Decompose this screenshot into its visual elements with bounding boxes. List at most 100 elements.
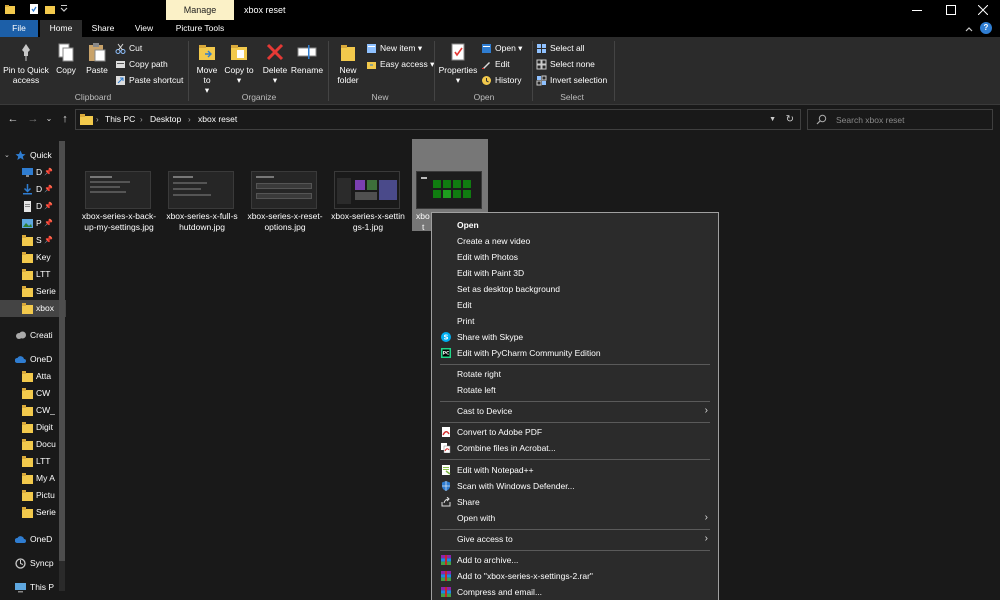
nav-item-pictures[interactable]: P 📌 (0, 215, 66, 232)
new-folder-quick-icon[interactable] (44, 3, 56, 15)
menu-item-edit-photos[interactable]: Edit with Photos (432, 249, 718, 265)
close-button[interactable] (966, 0, 1000, 20)
paste-button[interactable]: Paste (82, 41, 112, 75)
address-bar[interactable]: › This PC › Desktop › xbox reset ▼ ↻ (75, 109, 801, 130)
nav-item-od[interactable]: Digit (0, 419, 66, 436)
nav-item-od[interactable]: LTT (0, 453, 66, 470)
breadcrumb-this-pc[interactable]: This PC (105, 110, 135, 129)
nav-item-downloads[interactable]: D 📌 (0, 181, 66, 198)
breadcrumb-desktop[interactable]: Desktop (150, 110, 181, 129)
history-button[interactable]: History (481, 73, 521, 87)
menu-item-open[interactable]: Open (432, 217, 718, 233)
nav-item-desktop[interactable]: D 📌 (0, 164, 66, 181)
tab-picture-tools[interactable]: Picture Tools (166, 20, 234, 37)
nav-item-xbox[interactable]: xbox (0, 300, 66, 317)
menu-item-share-skype[interactable]: S Share with Skype (432, 329, 718, 345)
nav-item-od[interactable]: Serie (0, 504, 66, 521)
menu-item-compress-email[interactable]: Compress and email... (432, 584, 718, 600)
download-icon (23, 184, 32, 195)
copy-to-button[interactable]: Copy to ▾ (224, 41, 254, 85)
menu-item-cast-to-device[interactable]: Cast to Device › (432, 403, 718, 419)
menu-item-edit-paint-3d[interactable]: Edit with Paint 3D (432, 265, 718, 281)
recent-locations-button[interactable]: ⌄ (42, 112, 56, 126)
quick-access-dropdown-icon[interactable] (58, 3, 70, 15)
minimize-button[interactable] (900, 0, 934, 20)
menu-item-share[interactable]: Share (432, 494, 718, 510)
nav-item-od[interactable]: Atta (0, 368, 66, 385)
refresh-icon[interactable]: ↻ (786, 110, 794, 129)
menu-item-combine-acrobat[interactable]: Combine files in Acrobat... (432, 440, 718, 456)
menu-item-give-access[interactable]: Give access to › (432, 531, 718, 547)
tab-share[interactable]: Share (84, 20, 122, 37)
menu-item-edit-pycharm[interactable]: PC Edit with PyCharm Community Edition (432, 345, 718, 361)
nav-item-documents[interactable]: D 📌 (0, 198, 66, 215)
rename-button[interactable]: Rename (290, 41, 324, 75)
nav-quick-access[interactable]: ⌄ Quick (0, 147, 66, 164)
nav-item-od[interactable]: CW (0, 385, 66, 402)
menu-item-set-desktop-background[interactable]: Set as desktop background (432, 281, 718, 297)
menu-item-rotate-left[interactable]: Rotate left (432, 382, 718, 398)
open-button[interactable]: Open ▾ (481, 41, 522, 55)
new-item-button[interactable]: New item ▾ (366, 41, 422, 55)
menu-item-open-with[interactable]: Open with › (432, 510, 718, 526)
properties-quick-icon[interactable] (28, 3, 40, 15)
file-item[interactable]: xbox-series-x-full-shutdown.jpg (164, 139, 240, 232)
file-item[interactable]: xbox-series-x-back-up-my-settings.jpg (81, 139, 157, 232)
menu-item-print[interactable]: Print (432, 313, 718, 329)
breadcrumb-xbox-reset[interactable]: xbox reset (198, 110, 237, 129)
chevron-down-icon[interactable]: ▼ (769, 110, 776, 129)
copy-path-button[interactable]: Copy path (115, 57, 168, 71)
file-item[interactable]: xbox-series-x-reset-options.jpg (247, 139, 323, 232)
move-to-button[interactable]: Move to ▾ (192, 41, 222, 95)
file-item[interactable]: xbox-series-x-settings-1.jpg (330, 139, 406, 232)
forward-button[interactable]: → (26, 112, 40, 126)
menu-item-create-video[interactable]: Create a new video (432, 233, 718, 249)
edit-button[interactable]: Edit (481, 57, 510, 71)
paste-shortcut-button[interactable]: Paste shortcut (115, 73, 183, 87)
menu-item-edit[interactable]: Edit (432, 297, 718, 313)
manage-tab[interactable]: Manage (166, 0, 234, 20)
nav-item-ltt[interactable]: LTT (0, 266, 66, 283)
nav-item-od[interactable]: My A (0, 470, 66, 487)
delete-button[interactable]: Delete ▾ (260, 41, 290, 85)
computer-icon (15, 583, 26, 593)
nav-onedrive-1[interactable]: OneD (0, 351, 66, 368)
menu-item-add-to-rar[interactable]: Add to "xbox-series-x-settings-2.rar" (432, 568, 718, 584)
chevron-up-icon[interactable] (964, 24, 974, 34)
tab-file[interactable]: File (0, 20, 38, 37)
back-button[interactable]: ← (6, 112, 20, 126)
nav-sync[interactable]: Syncp (0, 555, 66, 572)
tab-view[interactable]: View (124, 20, 164, 37)
nav-this-pc[interactable]: This P (0, 579, 66, 596)
invert-selection-button[interactable]: Invert selection (536, 73, 607, 87)
nav-item-od[interactable]: Pictu (0, 487, 66, 504)
nav-item-key[interactable]: Key (0, 249, 66, 266)
menu-item-add-to-archive[interactable]: Add to archive... (432, 552, 718, 568)
menu-item-convert-pdf[interactable]: Convert to Adobe PDF (432, 424, 718, 440)
select-none-button[interactable]: Select none (536, 57, 595, 71)
nav-scrollbar[interactable] (59, 141, 65, 591)
scrollbar-thumb[interactable] (59, 141, 65, 561)
properties-button[interactable]: Properties ▾ (438, 41, 478, 85)
nav-item-s[interactable]: S 📌 (0, 232, 66, 249)
cut-button[interactable]: Cut (115, 41, 142, 55)
pin-to-quick-access-button[interactable]: Pin to Quick access (2, 41, 50, 85)
up-button[interactable]: ↑ (58, 112, 72, 126)
maximize-button[interactable] (934, 0, 968, 20)
tab-home[interactable]: Home (40, 20, 82, 37)
menu-item-edit-notepad[interactable]: Edit with Notepad++ (432, 462, 718, 478)
new-folder-button[interactable]: New folder (332, 41, 364, 85)
nav-item-od[interactable]: Docu (0, 436, 66, 453)
nav-item-creative-cloud[interactable]: Creati (0, 327, 66, 344)
nav-item-od[interactable]: CW_ (0, 402, 66, 419)
search-box[interactable] (807, 109, 993, 130)
copy-button[interactable]: Copy (52, 41, 80, 75)
select-all-button[interactable]: Select all (536, 41, 585, 55)
search-input[interactable] (836, 112, 986, 127)
help-icon[interactable]: ? (980, 22, 992, 34)
menu-item-rotate-right[interactable]: Rotate right (432, 366, 718, 382)
menu-item-scan-defender[interactable]: Scan with Windows Defender... (432, 478, 718, 494)
easy-access-button[interactable]: Easy access ▾ (366, 57, 434, 71)
nav-item-series[interactable]: Serie (0, 283, 66, 300)
nav-onedrive-2[interactable]: OneD (0, 531, 66, 548)
